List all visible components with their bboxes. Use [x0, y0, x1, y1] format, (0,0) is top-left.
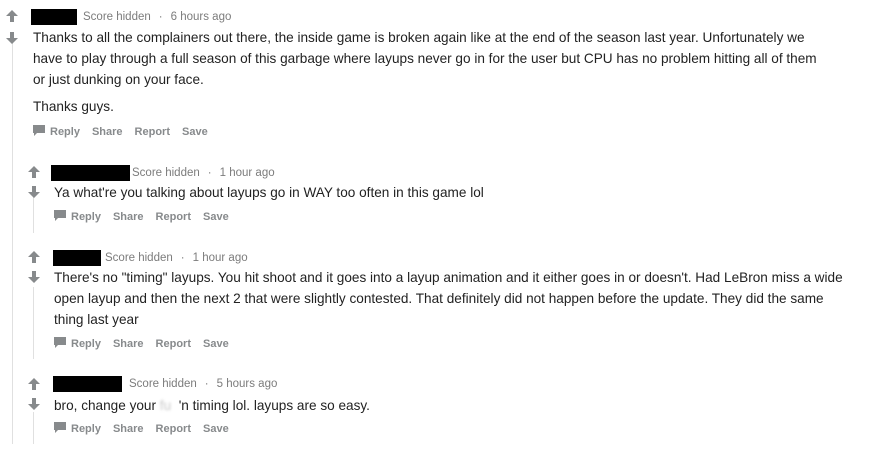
reply-button[interactable]: Reply [33, 125, 80, 139]
comment-body: Ya what're you talking about layups go i… [54, 182, 834, 203]
reply-label: Reply [71, 338, 101, 350]
thread-line-reply-1[interactable] [33, 195, 34, 233]
arrow-down-icon[interactable] [27, 270, 41, 284]
censored-gap [171, 398, 179, 413]
arrow-down-icon[interactable] [27, 185, 41, 199]
score-text: Score hidden [132, 167, 200, 179]
reply-button[interactable]: Reply [54, 210, 101, 224]
separator-dot: · [204, 378, 209, 390]
reply-label: Reply [71, 211, 101, 223]
arrow-up-icon[interactable] [27, 250, 41, 264]
comment-actions: Reply Share Report Save [54, 210, 241, 224]
share-button[interactable]: Share [92, 126, 123, 138]
comment-header: Score hidden · 1 hour ago [51, 165, 275, 181]
timestamp[interactable]: 5 hours ago [217, 378, 278, 390]
report-button[interactable]: Report [135, 126, 170, 138]
timestamp[interactable]: 6 hours ago [171, 11, 232, 23]
save-button[interactable]: Save [203, 211, 229, 223]
comment-body: There's no "timing" layups. You hit shoo… [54, 267, 854, 330]
separator-dot: · [158, 11, 163, 23]
save-button[interactable]: Save [203, 423, 229, 435]
comment-text-start: bro, change your [54, 398, 160, 413]
speech-bubble-icon [54, 337, 66, 351]
speech-bubble-icon [54, 210, 66, 224]
redacted-username [53, 250, 101, 266]
comment-paragraph: Thanks to all the complainers out there,… [33, 30, 817, 87]
thread-line-main[interactable] [12, 40, 13, 444]
comment-paragraph: bro, change your fu 'n timing lol. layup… [54, 395, 834, 416]
comment-body: bro, change your fu 'n timing lol. layup… [54, 395, 834, 416]
separator-dot: · [207, 167, 212, 179]
report-button[interactable]: Report [156, 338, 191, 350]
arrow-up-icon[interactable] [5, 9, 19, 23]
reply-button[interactable]: Reply [54, 422, 101, 436]
redacted-username [53, 376, 122, 392]
censored-word: fu [159, 398, 172, 413]
score-text: Score hidden [105, 252, 173, 264]
share-button[interactable]: Share [113, 338, 144, 350]
separator-dot: · [180, 252, 185, 264]
reply-button[interactable]: Reply [54, 337, 101, 351]
comment-header: Score hidden · 5 hours ago [53, 376, 277, 392]
comment-actions: Reply Share Report Save [54, 337, 241, 351]
comment-body: Thanks to all the complainers out there,… [33, 27, 823, 117]
arrow-down-icon[interactable] [27, 397, 41, 411]
share-button[interactable]: Share [113, 423, 144, 435]
comment-header: Score hidden · 1 hour ago [53, 250, 248, 266]
save-button[interactable]: Save [203, 338, 229, 350]
comment-paragraph: Ya what're you talking about layups go i… [54, 185, 484, 200]
comment-actions: Reply Share Report Save [33, 125, 220, 139]
timestamp[interactable]: 1 hour ago [193, 252, 248, 264]
speech-bubble-icon [33, 125, 45, 139]
redacted-username [51, 165, 130, 181]
score-text: Score hidden [83, 11, 151, 23]
thread-line-reply-2[interactable] [33, 287, 34, 359]
redacted-username [31, 9, 77, 25]
score-text: Score hidden [129, 378, 197, 390]
report-button[interactable]: Report [156, 211, 191, 223]
speech-bubble-icon [54, 422, 66, 436]
comment-actions: Reply Share Report Save [54, 422, 241, 436]
reply-label: Reply [71, 423, 101, 435]
comment-text-end: 'n timing lol. layups are so easy. [178, 398, 370, 413]
comment-header: Score hidden · 6 hours ago [31, 9, 231, 25]
reply-label: Reply [50, 126, 80, 138]
comment-paragraph: There's no "timing" layups. You hit shoo… [54, 270, 843, 327]
save-button[interactable]: Save [182, 126, 208, 138]
arrow-down-icon[interactable] [5, 31, 19, 45]
timestamp[interactable]: 1 hour ago [220, 167, 275, 179]
arrow-up-icon[interactable] [27, 165, 41, 179]
share-button[interactable]: Share [113, 211, 144, 223]
report-button[interactable]: Report [156, 423, 191, 435]
comment-paragraph: Thanks guys. [33, 99, 114, 114]
arrow-up-icon[interactable] [27, 377, 41, 391]
thread-line-reply-3[interactable] [33, 412, 34, 444]
